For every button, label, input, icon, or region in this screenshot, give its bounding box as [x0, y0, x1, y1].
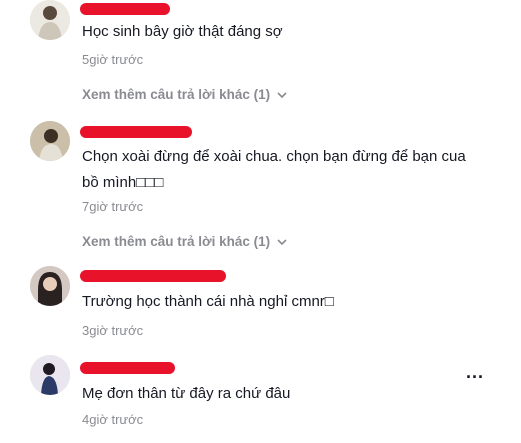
redacted-username — [80, 362, 175, 374]
view-more-replies-label: Xem thêm câu trả lời khác (1) — [82, 87, 271, 102]
comment-text: Trường học thành cái nhà nghỉ cmnr□ — [82, 293, 334, 310]
comment-text: Học sinh bây giờ thật đáng sợ — [82, 23, 283, 40]
comment-time: 3giờ trước — [82, 323, 144, 338]
comment-item: Học sinh bây giờ thật đáng sợ 5giờ trước… — [0, 0, 521, 110]
redacted-username — [80, 270, 226, 282]
avatar[interactable] — [30, 0, 70, 40]
avatar[interactable] — [30, 355, 70, 395]
redacted-username — [80, 126, 192, 138]
avatar-image — [30, 0, 70, 40]
avatar-image — [30, 355, 70, 395]
comment-time: 7giờ trước — [82, 199, 144, 214]
view-more-replies-button[interactable]: Xem thêm câu trả lời khác (1) — [82, 87, 288, 102]
view-more-replies-button[interactable]: Xem thêm câu trả lời khác (1) — [82, 234, 288, 249]
comment-time: 5giờ trước — [82, 52, 144, 67]
redacted-username — [80, 3, 170, 15]
view-more-replies-label: Xem thêm câu trả lời khác (1) — [82, 234, 271, 249]
chevron-down-icon — [277, 91, 287, 98]
avatar[interactable] — [30, 121, 70, 161]
comment-text: Mẹ đơn thân từ đây ra chứ đâu — [82, 385, 291, 402]
avatar-image — [30, 121, 70, 161]
avatar[interactable] — [30, 266, 70, 306]
comment-text-line-1: Chọn xoài đừng để xoài chua. chọn bạn đừ… — [82, 148, 466, 165]
comment-text-line-2: bồ mình□□□ — [82, 174, 164, 191]
chevron-down-icon — [277, 238, 287, 245]
more-options-icon[interactable]: ... — [466, 362, 484, 383]
avatar-image — [30, 266, 70, 306]
comment-time: 4giờ trước — [82, 412, 144, 427]
